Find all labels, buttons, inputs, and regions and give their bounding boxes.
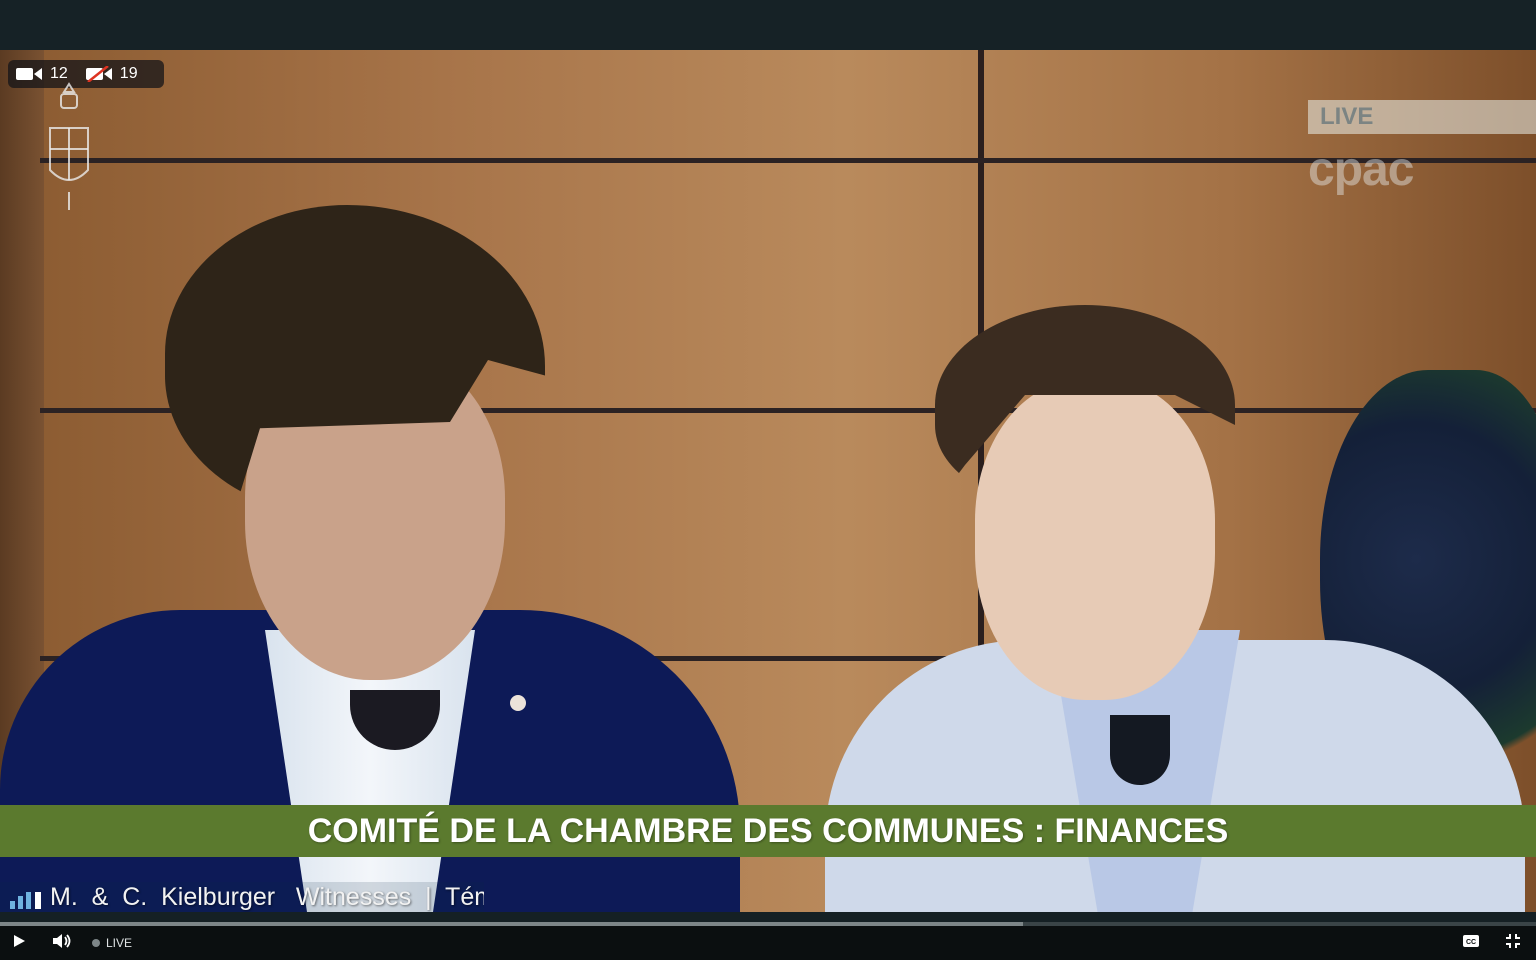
- video-frame[interactable]: 12 19 LIVE cpac COMITÉ DE LA CHAMBRE DES…: [0, 50, 1536, 912]
- cpac-logo: cpac: [1308, 143, 1414, 196]
- video-camera-icon: [16, 65, 44, 83]
- closed-captions-icon: CC: [1462, 934, 1480, 953]
- live-indicator: LIVE: [92, 933, 132, 953]
- camera-off-count: 19: [119, 65, 138, 82]
- witness-name-strip: M. & C. Kielburger Witnesses | Tém: [0, 882, 484, 912]
- closed-captions-button[interactable]: CC: [1462, 933, 1482, 953]
- exit-fullscreen-icon: [1505, 933, 1521, 954]
- lapel-pin: [510, 695, 526, 711]
- player-controls: LIVE CC: [0, 926, 1536, 960]
- committee-title-band: COMITÉ DE LA CHAMBRE DES COMMUNES : FINA…: [0, 805, 1536, 857]
- witness-name-text: M. & C. Kielburger Witnesses | Tém: [50, 882, 484, 911]
- person-right-face: [975, 380, 1215, 700]
- svg-text:CC: CC: [1466, 939, 1476, 946]
- live-badge: LIVE: [1308, 100, 1536, 134]
- person-right-undershirt: [1110, 715, 1170, 785]
- signal-bars-icon: [8, 887, 44, 909]
- play-icon: [12, 934, 26, 953]
- live-label: LIVE: [106, 936, 133, 950]
- parliament-crest-icon: [44, 80, 94, 215]
- volume-icon: [52, 933, 72, 954]
- exit-fullscreen-button[interactable]: [1505, 933, 1525, 953]
- top-bar: [0, 0, 1536, 50]
- live-dot-icon: [92, 939, 100, 947]
- volume-button[interactable]: [52, 933, 76, 953]
- play-button[interactable]: [12, 933, 32, 953]
